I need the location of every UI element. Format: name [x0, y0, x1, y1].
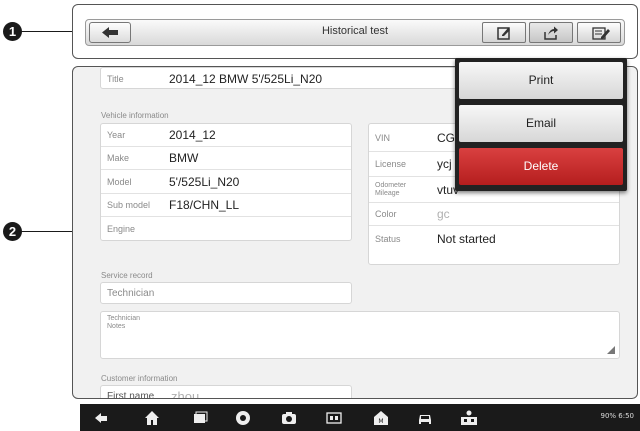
car-icon[interactable]	[416, 409, 434, 427]
email-menu-item[interactable]: Email	[459, 105, 623, 142]
submodel-row[interactable]: Sub model F18/CHN_LL	[101, 194, 351, 217]
status-label: Status	[375, 234, 401, 244]
first-name-label: First name	[107, 391, 155, 399]
edit-icon	[497, 27, 510, 40]
technician-label: Technician	[107, 288, 155, 299]
recent-apps-icon[interactable]	[191, 409, 209, 427]
model-value: 5'/525Li_N20	[169, 175, 240, 189]
odometer-label-2: Mileage	[375, 190, 400, 197]
resize-handle-icon[interactable]	[607, 346, 615, 354]
year-row[interactable]: Year 2014_12	[101, 124, 351, 147]
browser-icon[interactable]	[234, 409, 252, 427]
license-label: License	[375, 159, 407, 169]
customer-section-label: Customer information	[101, 374, 178, 383]
license-value: ycj	[437, 157, 452, 171]
vehicle-section-label: Vehicle information	[101, 111, 169, 120]
status-bar-text: 90% 6:50	[600, 412, 634, 420]
shop-manager-icon[interactable]	[458, 409, 480, 427]
color-row[interactable]: Color gc	[369, 203, 619, 226]
first-name-field[interactable]: First name zhou	[100, 385, 352, 399]
submodel-label: Sub model	[107, 200, 151, 210]
first-name-input: zhou	[171, 389, 200, 399]
home-icon[interactable]	[143, 409, 161, 427]
callout-1: 1	[3, 22, 22, 41]
engine-row[interactable]: Engine	[101, 218, 351, 241]
callout-1-line	[21, 31, 72, 32]
vin-value: CG	[437, 131, 455, 145]
report-button[interactable]	[577, 22, 621, 43]
model-row[interactable]: Model 5'/525Li_N20	[101, 171, 351, 194]
color-label: Color	[375, 209, 397, 219]
print-menu-item[interactable]: Print	[459, 62, 623, 99]
title-value: 2014_12 BMW 5'/525Li_N20	[169, 72, 323, 86]
make-row[interactable]: Make BMW	[101, 147, 351, 170]
technician-notes-label-2: Notes	[107, 323, 126, 330]
technician-notes-label-1: Technician	[107, 315, 141, 322]
report-edit-icon	[592, 27, 610, 40]
vin-label: VIN	[375, 133, 391, 143]
year-label: Year	[107, 130, 126, 140]
toolbar-bar: Historical test	[85, 19, 625, 46]
engine-label: Engine	[107, 224, 136, 234]
toolbar: Historical test	[72, 4, 638, 59]
color-value: gc	[437, 207, 450, 221]
make-value: BMW	[169, 151, 199, 165]
title-label: Title	[107, 74, 124, 84]
vci-icon[interactable]	[325, 409, 343, 427]
submodel-value: F18/CHN_LL	[169, 198, 240, 212]
status-value: Not started	[437, 232, 496, 246]
share-button[interactable]	[529, 22, 573, 43]
odometer-label: Odometer Mileage	[375, 182, 406, 198]
technician-notes-field[interactable]: Technician Notes	[100, 311, 620, 359]
share-menu: Print Email Delete	[455, 58, 627, 191]
share-icon	[544, 26, 558, 40]
camera-icon[interactable]	[280, 409, 298, 427]
back-nav-icon[interactable]	[92, 409, 110, 427]
year-value: 2014_12	[169, 128, 216, 142]
svg-text:M: M	[378, 418, 383, 425]
callout-2: 2	[3, 222, 22, 241]
navigation-bar: M 90% 6:50	[80, 404, 640, 431]
status-row[interactable]: Status Not started	[369, 226, 619, 252]
service-section-label: Service record	[101, 271, 153, 280]
edit-button[interactable]	[482, 22, 526, 43]
odometer-label-1: Odometer	[375, 182, 407, 189]
technician-field[interactable]: Technician	[100, 282, 352, 304]
technician-notes-label: Technician Notes	[107, 315, 140, 331]
callout-2-line	[21, 231, 72, 232]
delete-menu-item[interactable]: Delete	[459, 148, 623, 185]
model-label: Model	[107, 177, 132, 187]
vehicle-left-box: Year 2014_12 Make BMW Model 5'/525Li_N20…	[100, 123, 352, 241]
autel-home-icon[interactable]: M	[372, 409, 390, 427]
make-label: Make	[107, 153, 130, 163]
